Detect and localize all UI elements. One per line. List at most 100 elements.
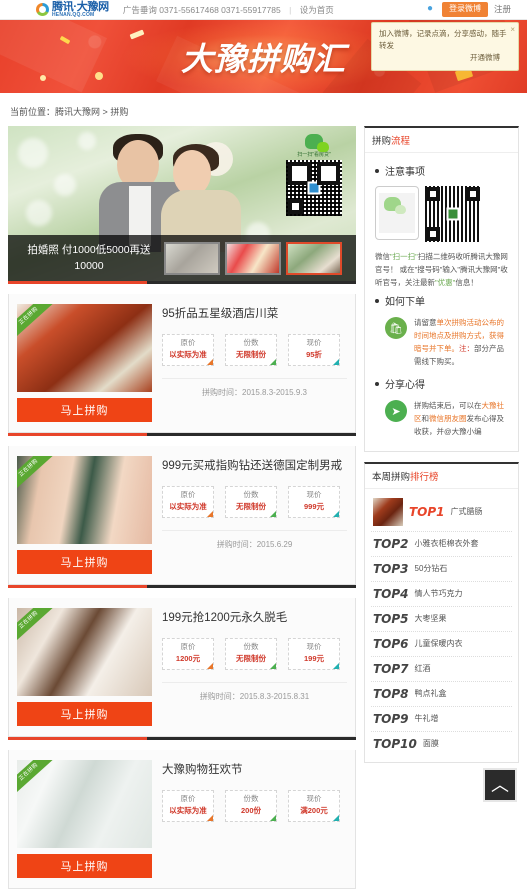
flow-box: 拼购流程 注意事项 微信"扫一扫"扫描二维码收听腾讯大豫网官号！ 或在"搜号码"…	[364, 126, 519, 452]
qr-code-image[interactable]	[286, 160, 342, 216]
product-time: 拼购时间：2015.8.3-2015.8.31	[162, 691, 347, 702]
promo-photo	[99, 134, 253, 252]
breadcrumb-arrow: >	[102, 107, 108, 117]
share-step-text: 拼购结束后，可以在大豫社区和微信朋友圈发布心得及收获，并@大豫小编	[414, 400, 508, 438]
hero-banner[interactable]: 大豫拼购汇 × 加入微博，记录点滴，分享感动，随手转发 开通微博	[0, 20, 527, 93]
product-card[interactable]: 正在拼购 马上拼购 大豫购物狂欢节 原价 以实际为准 份数 200份 现价 满200元	[8, 737, 356, 889]
breadcrumb-site[interactable]: 腾讯大豫网	[55, 107, 100, 117]
product-card[interactable]: 正在拼购 马上拼购 999元买戒指购钻还送德国定制男戒 原价 以实际为准 份数 无限制份 现价…	[8, 433, 356, 585]
wechat-qr-image[interactable]	[425, 186, 481, 242]
product-image[interactable]: 正在拼购	[17, 760, 152, 848]
content-wrap: 扫一扫"看房贷" 拍婚照 付1000低5000再送 10000 正在拼购 马上拼…	[8, 126, 519, 889]
status-ribbon: 正在拼购	[17, 456, 55, 493]
share-text-4[interactable]: 微信朋友圈	[429, 414, 467, 423]
product-image[interactable]: 正在拼购	[17, 304, 152, 392]
order-text-1: 请留意	[414, 318, 437, 328]
set-homepage-link[interactable]: 设为首页	[300, 5, 334, 15]
wechat-glyph-icon	[384, 197, 406, 214]
corner-marker	[333, 815, 339, 822]
qr-caption: 扫一扫"看房贷"	[297, 152, 331, 158]
main-column: 扫一扫"看房贷" 拍婚照 付1000低5000再送 10000 正在拼购 马上拼…	[8, 126, 356, 889]
product-list: 正在拼购 马上拼购 95折品五星级酒店川菜 原价 以实际为准 份数 无限制份 现价 95折 拼购时…	[8, 281, 356, 889]
product-time: 拼购时间：2015.8.3-2015.9.3	[162, 387, 347, 398]
notify-line-2[interactable]: 开通微博	[379, 52, 512, 64]
promo-thumb-wedding[interactable]	[286, 241, 342, 275]
product-card-body: 正在拼购 马上拼购 95折品五星级酒店川菜 原价 以实际为准 份数 无限制份 现价 95折 拼购时…	[8, 294, 356, 433]
rank-item[interactable]: TOP8 鸭点礼盒	[371, 682, 512, 707]
promo-thumb-rings[interactable]	[164, 241, 220, 275]
buy-now-button[interactable]: 马上拼购	[17, 398, 152, 422]
card-top-border	[8, 737, 356, 740]
site-logo[interactable]: 腾讯·大豫网 HENAN.QQ.COM	[36, 1, 109, 18]
section-share-label: 分享心得	[385, 380, 425, 392]
price-count-label: 份数	[243, 642, 259, 652]
logo-title-en: HENAN.QQ.COM	[52, 11, 95, 18]
price-current-box: 现价 199元	[288, 638, 340, 671]
order-step: 🛍 请留意单次拼购活动公布的时间地点及拼购方式，获得暗号并下单。注：部分产品需线…	[373, 314, 510, 372]
share-step: ➤ 拼购结束后，可以在大豫社区和微信朋友圈发布心得及收获，并@大豫小编	[373, 397, 510, 442]
buy-now-button[interactable]: 马上拼购	[17, 550, 152, 574]
section-notice: 注意事项	[375, 163, 510, 178]
card-border-red	[8, 585, 148, 588]
price-count-value: 无限制份	[236, 502, 266, 512]
bokeh-3	[26, 200, 52, 226]
product-time-prefix: 拼购时间：	[216, 540, 257, 550]
rank-item[interactable]: TOP3 50分钻石	[371, 557, 512, 582]
status-ribbon: 正在拼购	[17, 608, 55, 645]
product-image[interactable]: 正在拼购	[17, 608, 152, 696]
product-time-prefix: 拼购时间：	[202, 388, 243, 398]
rank-item[interactable]: TOP4 情人节巧克力	[371, 582, 512, 607]
close-icon[interactable]: ×	[510, 24, 515, 37]
topbar-actions: ● 登录微博 注册	[427, 2, 519, 17]
card-divider	[162, 682, 347, 684]
corner-marker	[207, 359, 213, 366]
buy-now-button[interactable]: 马上拼购	[17, 702, 152, 726]
price-current-label: 现价	[306, 490, 322, 500]
share-text-1: 拼购结束后，可以在	[414, 401, 482, 411]
rank-item[interactable]: TOP1 广式腊肠	[371, 493, 512, 532]
product-card-body: 正在拼购 马上拼购 999元买戒指购钻还送德国定制男戒 原价 以实际为准 份数 无限制份 现价…	[8, 446, 356, 585]
card-border-red	[8, 281, 148, 284]
buy-now-button[interactable]: 马上拼购	[17, 854, 152, 878]
product-card[interactable]: 正在拼购 马上拼购 95折品五星级酒店川菜 原价 以实际为准 份数 无限制份 现价 95折 拼购时…	[8, 281, 356, 433]
register-link[interactable]: 注册	[494, 3, 511, 15]
rank-item[interactable]: TOP6 儿童保暖内衣	[371, 632, 512, 657]
price-original-value: 以实际为准	[169, 806, 207, 816]
rank-item[interactable]: TOP9 牛礼增	[371, 707, 512, 732]
price-count-box: 份数 无限制份	[225, 486, 277, 519]
breadcrumb-prefix: 当前位置：	[10, 107, 56, 117]
rank-box-title: 本周拼购排行榜	[365, 464, 518, 489]
product-time-value: 2015.8.3-2015.8.31	[239, 692, 310, 702]
rank-item[interactable]: TOP5 大枣坚果	[371, 607, 512, 632]
section-share: 分享心得	[375, 376, 510, 391]
card-border-dark	[147, 281, 356, 284]
rank-title-a: 本周拼购	[372, 471, 411, 483]
status-ribbon: 正在拼购	[17, 304, 55, 341]
corner-marker	[333, 663, 339, 670]
product-card[interactable]: 正在拼购 马上拼购 199元抢1200元永久脱毛 原价 1200元 份数 无限制份 现价 199…	[8, 585, 356, 737]
qq-logo-icon	[36, 3, 49, 16]
back-to-top-button[interactable]: ︿	[483, 768, 517, 802]
flow-title-a: 拼购	[372, 136, 392, 147]
corner-marker	[207, 815, 213, 822]
product-image[interactable]: 正在拼购	[17, 456, 152, 544]
price-current-value: 满200元	[300, 806, 328, 816]
top-bar: 腾讯·大豫网 HENAN.QQ.COM 广告垂询 0371-55617468 0…	[0, 0, 527, 20]
rank-name: 广式腊肠	[450, 507, 483, 517]
rank-item[interactable]: TOP2 小雅衣柜棉衣外套	[371, 532, 512, 557]
rank-title-b: 排行榜	[410, 471, 439, 483]
qq-penguin-icon[interactable]: ●	[427, 3, 436, 15]
card-border-dark	[147, 737, 356, 740]
qr-finder-bottom-left	[426, 227, 440, 241]
rank-number: TOP6	[373, 636, 409, 651]
status-ribbon: 正在拼购	[17, 760, 55, 797]
rank-item[interactable]: TOP7 红酒	[371, 657, 512, 682]
login-weibo-button[interactable]: 登录微博	[441, 2, 488, 17]
promo-banner[interactable]: 扫一扫"看房贷" 拍婚照 付1000低5000再送 10000	[8, 126, 356, 281]
corner-marker	[270, 359, 276, 366]
weibo-notify-popup: × 加入微博，记录点滴，分享感动，随手转发 开通微博	[371, 22, 519, 71]
qr-finder-top-left	[426, 187, 440, 201]
promo-thumb-cosmetics[interactable]	[225, 241, 281, 275]
rank-item[interactable]: TOP10 面膜	[371, 732, 512, 756]
product-card-body: 正在拼购 马上拼购 大豫购物狂欢节 原价 以实际为准 份数 200份 现价 满200元	[8, 750, 356, 889]
